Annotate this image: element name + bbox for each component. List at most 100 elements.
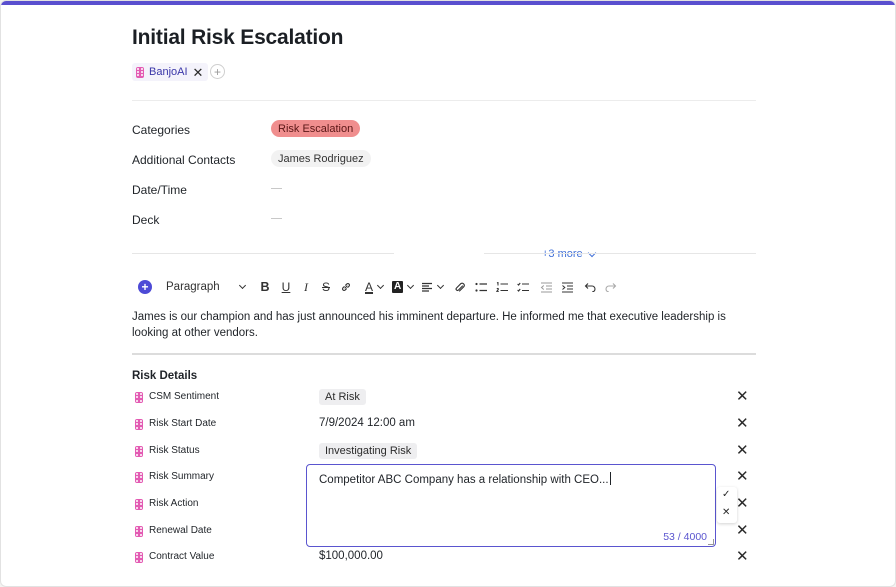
grip-icon bbox=[136, 66, 144, 78]
redo-button[interactable] bbox=[603, 278, 617, 296]
page-title: Initial Risk Escalation bbox=[132, 26, 344, 49]
remove-tag-icon[interactable]: ✕ bbox=[193, 66, 204, 79]
more-fields-row: +3 more bbox=[132, 247, 756, 261]
risk-row-status: Risk Status Investigating Risk ✕ bbox=[132, 442, 756, 462]
risk-row-contract-value: Contract Value $100,000.00 ✕ bbox=[132, 548, 756, 568]
chevron-down-icon bbox=[238, 281, 247, 290]
grip-icon[interactable] bbox=[135, 446, 143, 457]
paragraph-style-select[interactable]: Paragraph bbox=[166, 278, 247, 296]
field-value-tag[interactable]: At Risk bbox=[319, 389, 366, 405]
risk-summary-text: Competitor ABC Company has a relationshi… bbox=[319, 472, 611, 486]
field-label: Risk Status bbox=[149, 445, 200, 456]
clear-field-icon[interactable]: ✕ bbox=[736, 415, 749, 433]
strikethrough-button[interactable]: S bbox=[320, 278, 332, 296]
add-block-button[interactable]: + bbox=[138, 278, 152, 296]
indent-button[interactable] bbox=[560, 278, 574, 296]
field-value[interactable]: $100,000.00 bbox=[319, 550, 383, 562]
checklist-icon bbox=[516, 282, 529, 292]
undo-button[interactable] bbox=[583, 278, 597, 296]
editor-toolbar: + Paragraph B U I S A A bbox=[138, 278, 617, 296]
grip-icon[interactable] bbox=[135, 499, 143, 510]
chevron-down-icon bbox=[376, 281, 385, 290]
field-label: Renewal Date bbox=[149, 525, 212, 536]
text-caret bbox=[609, 472, 611, 485]
risk-row-start-date: Risk Start Date 7/9/2024 12:00 am ✕ bbox=[132, 415, 756, 435]
close-icon[interactable]: ✕ bbox=[722, 507, 730, 518]
checklist-button[interactable] bbox=[516, 278, 530, 296]
character-counter: 53 / 4000 bbox=[663, 531, 707, 543]
italic-button[interactable]: I bbox=[301, 278, 311, 296]
clear-field-icon[interactable]: ✕ bbox=[736, 442, 749, 460]
grip-icon[interactable] bbox=[135, 392, 143, 403]
bold-button[interactable]: B bbox=[259, 278, 271, 296]
field-value-tag[interactable]: Investigating Risk bbox=[319, 443, 418, 459]
outdent-icon bbox=[540, 282, 552, 292]
clear-field-icon[interactable]: ✕ bbox=[736, 388, 749, 406]
chevron-down-icon bbox=[437, 281, 445, 290]
field-label: CSM Sentiment bbox=[149, 391, 220, 402]
attach-button[interactable] bbox=[453, 278, 467, 296]
undo-icon bbox=[584, 283, 596, 292]
grip-icon[interactable] bbox=[135, 472, 143, 483]
risk-row-csm-sentiment: CSM Sentiment At Risk ✕ bbox=[132, 388, 756, 408]
highlight-button[interactable]: A bbox=[392, 278, 415, 296]
category-pill[interactable]: Risk Escalation bbox=[271, 120, 361, 137]
redo-icon bbox=[605, 283, 617, 292]
deck-label: Deck bbox=[132, 213, 160, 227]
field-label: Risk Start Date bbox=[149, 418, 217, 429]
more-fields-button[interactable]: +3 more bbox=[542, 247, 596, 261]
risk-summary-input[interactable]: Competitor ABC Company has a relationshi… bbox=[306, 464, 716, 547]
grip-icon[interactable] bbox=[135, 526, 143, 537]
resize-handle[interactable] bbox=[708, 539, 714, 545]
indent-icon bbox=[561, 282, 573, 292]
contact-pill[interactable]: James Rodriguez bbox=[271, 150, 371, 167]
clear-field-icon[interactable]: ✕ bbox=[736, 468, 749, 486]
accent-bar bbox=[1, 1, 895, 5]
datetime-label: Date/Time bbox=[132, 183, 187, 197]
deck-empty-value[interactable] bbox=[271, 218, 282, 219]
clear-field-icon[interactable]: ✕ bbox=[736, 548, 749, 566]
record-panel: Initial Risk Escalation BanjoAI ✕ + Cate… bbox=[0, 0, 896, 587]
divider bbox=[132, 100, 756, 101]
clear-field-icon[interactable]: ✕ bbox=[736, 495, 749, 513]
highlight-icon: A bbox=[392, 281, 404, 293]
divider bbox=[132, 253, 394, 254]
bullet-list-button[interactable] bbox=[474, 278, 488, 296]
grip-icon[interactable] bbox=[135, 419, 143, 430]
field-label: Risk Action bbox=[149, 498, 199, 509]
text-color-button[interactable]: A bbox=[365, 278, 385, 296]
field-label: Contract Value bbox=[149, 551, 215, 562]
editor-content[interactable]: James is our champion and has just annou… bbox=[132, 309, 752, 341]
categories-label: Categories bbox=[132, 123, 191, 137]
paragraph-style-value: Paragraph bbox=[166, 281, 220, 293]
link-button[interactable] bbox=[339, 278, 353, 296]
plus-icon: + bbox=[138, 280, 152, 294]
check-icon[interactable]: ✓ bbox=[722, 489, 730, 500]
numbered-list-button[interactable] bbox=[495, 278, 509, 296]
align-left-icon bbox=[422, 282, 433, 292]
edit-confirm-popover: ✓ ✕ bbox=[717, 487, 737, 523]
risk-summary-value: Competitor ABC Company has a relationshi… bbox=[319, 474, 609, 486]
contacts-label: Additional Contacts bbox=[132, 153, 236, 167]
text-color-icon: A bbox=[365, 280, 374, 294]
numbered-list-icon bbox=[495, 281, 508, 292]
outdent-button[interactable] bbox=[539, 278, 553, 296]
field-label: Risk Summary bbox=[149, 471, 215, 482]
clear-field-icon[interactable]: ✕ bbox=[736, 522, 749, 540]
chevron-down-icon bbox=[407, 281, 415, 290]
underline-button[interactable]: U bbox=[280, 278, 292, 296]
field-value[interactable]: 7/9/2024 12:00 am bbox=[319, 417, 415, 429]
link-icon bbox=[342, 283, 350, 291]
grip-icon[interactable] bbox=[135, 552, 143, 563]
tag-chip[interactable]: BanjoAI ✕ bbox=[132, 63, 209, 81]
paperclip-icon bbox=[455, 282, 466, 292]
datetime-empty-value[interactable] bbox=[271, 188, 282, 189]
divider bbox=[132, 353, 756, 355]
tag-label: BanjoAI bbox=[149, 66, 188, 78]
more-fields-label: +3 more bbox=[542, 248, 583, 260]
section-title: Risk Details bbox=[132, 370, 198, 382]
bullet-list-icon bbox=[475, 282, 487, 292]
align-button[interactable] bbox=[421, 278, 445, 296]
divider bbox=[484, 253, 756, 254]
add-tag-button[interactable]: + bbox=[210, 64, 225, 79]
